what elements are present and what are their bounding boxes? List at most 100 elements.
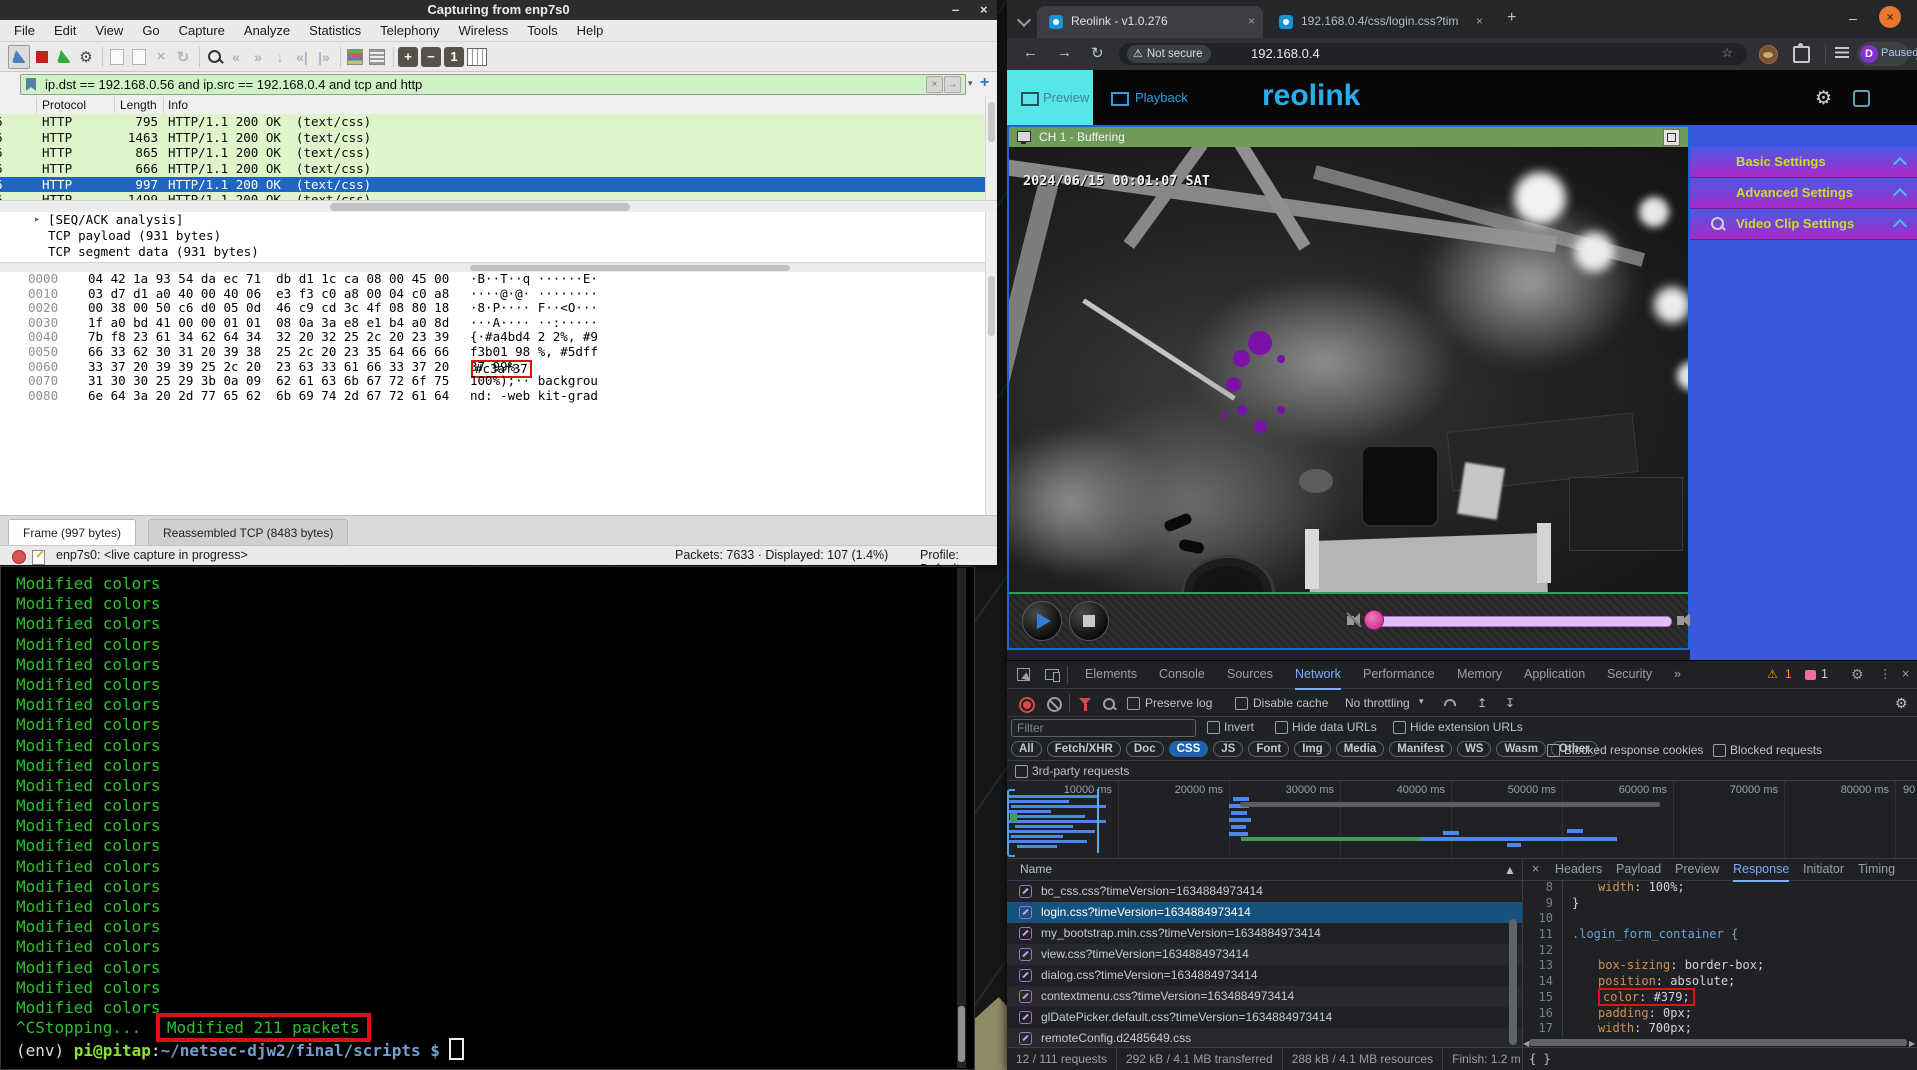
import-har-icon[interactable]: ↥ — [1477, 696, 1487, 710]
byte-view-tab[interactable]: Frame (997 bytes) — [8, 519, 136, 546]
autoscroll-button[interactable] — [367, 46, 387, 68]
third-party-label[interactable]: 3rd-party requests — [1032, 764, 1129, 778]
reload-file-button[interactable]: ↻ — [173, 46, 193, 68]
network-conditions-icon[interactable] — [1443, 698, 1457, 706]
resize-columns-button[interactable] — [467, 46, 487, 68]
preserve-log-label[interactable]: Preserve log — [1145, 696, 1212, 710]
filter-clear-icon[interactable]: × — [926, 76, 943, 93]
request-row[interactable]: glDatePicker.default.css?timeVersion=163… — [1007, 1007, 1522, 1028]
channel-bar[interactable]: CH 1 - Buffering — [1009, 127, 1688, 147]
scrollbar-thumb[interactable] — [330, 203, 630, 211]
throttling-dropdown-icon[interactable]: ▾ — [1419, 696, 1424, 707]
profile-button[interactable]: D Paused — [1857, 42, 1909, 66]
menu-item[interactable]: Tools — [527, 23, 557, 38]
packet-row[interactable]: 6 HTTP 1463 HTTP/1.1 200 OK (text/css) — [0, 130, 985, 146]
sidebar-item[interactable]: Advanced Settings — [1690, 178, 1917, 209]
tampermonkey-extension-icon[interactable] — [1759, 45, 1778, 64]
request-type-chip[interactable]: Doc — [1126, 741, 1164, 757]
close-response-icon[interactable]: × — [1532, 859, 1539, 880]
zoom-100-button[interactable]: 1 — [444, 47, 464, 67]
request-type-chip[interactable]: Wasm — [1496, 741, 1545, 757]
response-tab[interactable]: Response — [1733, 859, 1789, 882]
expander-icon[interactable]: ▸ — [34, 212, 40, 228]
devtools-tab[interactable]: Application — [1524, 661, 1585, 688]
sidebar-item[interactable]: Basic Settings — [1690, 147, 1917, 178]
byte-view-tab[interactable]: Reassembled TCP (8483 bytes) — [148, 519, 348, 546]
devtools-tab[interactable]: Memory — [1457, 661, 1502, 688]
profile-label[interactable]: Profile: Default — [920, 548, 997, 565]
expert-info-icon[interactable] — [32, 550, 45, 565]
response-tab[interactable]: Initiator — [1803, 859, 1844, 880]
volume-slider[interactable] — [1370, 616, 1672, 627]
issue-count[interactable]: 1 — [1821, 661, 1828, 688]
devtools-kebab-icon[interactable]: ⋮ — [1879, 661, 1892, 688]
hex-scrollbar[interactable] — [985, 212, 997, 515]
blocked-cookies-checkbox[interactable] — [1547, 744, 1560, 757]
request-type-chip[interactable]: JS — [1213, 741, 1243, 757]
sidebar-item[interactable]: Video Clip Settings — [1690, 209, 1917, 240]
throttling-select[interactable]: No throttling — [1345, 696, 1410, 710]
request-row[interactable]: login.css?timeVersion=1634884973414 — [1007, 902, 1522, 923]
terminal-scrollbar[interactable] — [957, 568, 966, 1068]
third-party-checkbox[interactable] — [1015, 765, 1028, 778]
menu-item[interactable]: Telephony — [380, 23, 439, 38]
packet-row[interactable]: 6 HTTP 795 HTTP/1.1 200 OK (text/css) — [0, 114, 985, 130]
devtools-tab[interactable]: Console — [1159, 661, 1205, 688]
wireshark-titlebar[interactable]: Capturing from enp7s0 — [0, 0, 997, 20]
hex-row[interactable]: 0020 00 38 00 50 c6 d0 05 0d 46 c9 cd 3c… — [0, 301, 985, 316]
stop-button[interactable] — [1069, 601, 1109, 641]
speaker-icon[interactable] — [1677, 616, 1684, 625]
go-forward-button[interactable]: » — [248, 46, 268, 68]
go-back-button[interactable]: « — [226, 46, 246, 68]
menu-item[interactable]: Capture — [179, 23, 225, 38]
network-settings-gear-icon[interactable]: ⚙ — [1895, 695, 1908, 712]
zoom-in-button[interactable]: + — [398, 47, 418, 67]
request-type-chip[interactable]: CSS — [1169, 741, 1209, 757]
hex-row[interactable]: 0040 7b f8 23 61 34 62 64 34 32 20 32 25… — [0, 330, 985, 345]
response-code-viewer[interactable]: 8width: 100%;9}1011.login_form_container… — [1523, 880, 1917, 1038]
browser-tab-logincss[interactable]: 192.168.0.4/css/login.css?tim × — [1267, 6, 1491, 38]
record-icon[interactable] — [1019, 697, 1035, 713]
request-type-chip[interactable]: Fetch/XHR — [1047, 741, 1121, 757]
go-first-button[interactable]: «| — [292, 46, 312, 68]
disable-cache-checkbox[interactable] — [1235, 697, 1248, 710]
column-length[interactable]: Length — [120, 97, 157, 113]
volume-knob[interactable] — [1364, 610, 1384, 630]
find-packet-button[interactable] — [204, 46, 224, 68]
tab-search-chevron-icon[interactable] — [1017, 13, 1031, 27]
devtools-settings-gear-icon[interactable]: ⚙ — [1851, 661, 1864, 688]
hide-data-urls-label[interactable]: Hide data URLs — [1292, 720, 1377, 734]
zoom-out-button[interactable]: − — [421, 47, 441, 67]
menu-item[interactable]: Analyze — [244, 23, 290, 38]
network-filter-input[interactable]: Filter — [1011, 719, 1196, 737]
packet-row[interactable]: 6 HTTP 997 HTTP/1.1 200 OK (text/css) — [0, 177, 985, 193]
devtools-tab[interactable]: Elements — [1085, 661, 1137, 688]
network-overview-timeline[interactable]: 10000 ms20000 ms30000 ms40000 ms50000 ms… — [1007, 781, 1917, 859]
request-type-chip[interactable]: WS — [1457, 741, 1492, 757]
disable-cache-label[interactable]: Disable cache — [1253, 696, 1328, 710]
go-last-button[interactable]: |» — [314, 46, 334, 68]
tab-close-icon[interactable]: × — [1248, 14, 1255, 28]
request-type-chip[interactable]: Media — [1336, 741, 1385, 757]
settings-gear-icon[interactable]: ⚙ — [1815, 87, 1832, 110]
tab-preview[interactable]: Preview — [1007, 70, 1093, 125]
user-icon[interactable] — [1853, 90, 1870, 107]
request-type-chip[interactable]: Font — [1248, 741, 1289, 757]
mute-icon[interactable] — [1347, 616, 1354, 625]
request-row[interactable]: remoteConfig.d2485649.css — [1007, 1028, 1522, 1047]
capture-status-icon[interactable] — [12, 550, 26, 564]
warning-icon[interactable]: ⚠ — [1767, 661, 1778, 688]
response-tab[interactable]: Timing — [1858, 859, 1895, 880]
address-bar[interactable]: ⚠Not secure 192.168.0.4 ☆ — [1119, 43, 1747, 65]
menu-item[interactable]: File — [14, 23, 35, 38]
menu-item[interactable]: Statistics — [309, 23, 361, 38]
blocked-requests-checkbox[interactable] — [1713, 744, 1726, 757]
response-tab[interactable]: Headers — [1555, 859, 1602, 880]
devtools-tab[interactable]: Network — [1295, 661, 1341, 690]
blocked-requests-label[interactable]: Blocked requests — [1730, 743, 1822, 757]
format-code-icon[interactable]: { } — [1529, 1048, 1551, 1070]
hide-extension-urls-checkbox[interactable] — [1393, 721, 1406, 734]
request-row[interactable]: contextmenu.css?timeVersion=163488497341… — [1007, 986, 1522, 1007]
request-row[interactable]: my_bootstrap.min.css?timeVersion=1634884… — [1007, 923, 1522, 944]
filter-add-icon[interactable]: + — [980, 74, 989, 92]
